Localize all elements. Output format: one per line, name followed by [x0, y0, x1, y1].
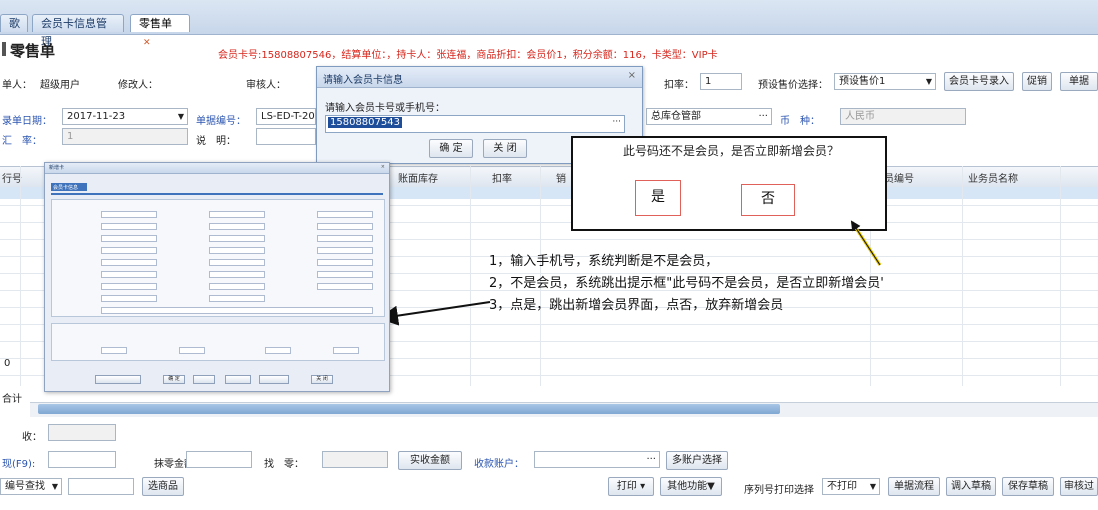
- embed-btn-2[interactable]: [193, 375, 215, 384]
- embed-btn-3[interactable]: [225, 375, 251, 384]
- embed-tab[interactable]: 会员卡信息: [51, 183, 87, 191]
- embed-btn-4[interactable]: [259, 375, 289, 384]
- embed-close-icon[interactable]: ×: [381, 164, 385, 170]
- embed-titlebar: 新增卡 ×: [45, 163, 389, 174]
- embed-close-button[interactable]: 关 闭: [311, 375, 333, 384]
- new-member-window: 新增卡 × 会员卡信息 确 定 关 闭: [44, 162, 390, 392]
- embed-title: 新增卡: [49, 165, 65, 171]
- embed-read-button[interactable]: [95, 375, 141, 384]
- embed-tab-label: 会员卡信息: [53, 185, 79, 191]
- arrow-to-callout: [850, 220, 881, 266]
- arrow-to-embed: [378, 301, 491, 326]
- embed-ok-button[interactable]: 确 定: [163, 375, 185, 384]
